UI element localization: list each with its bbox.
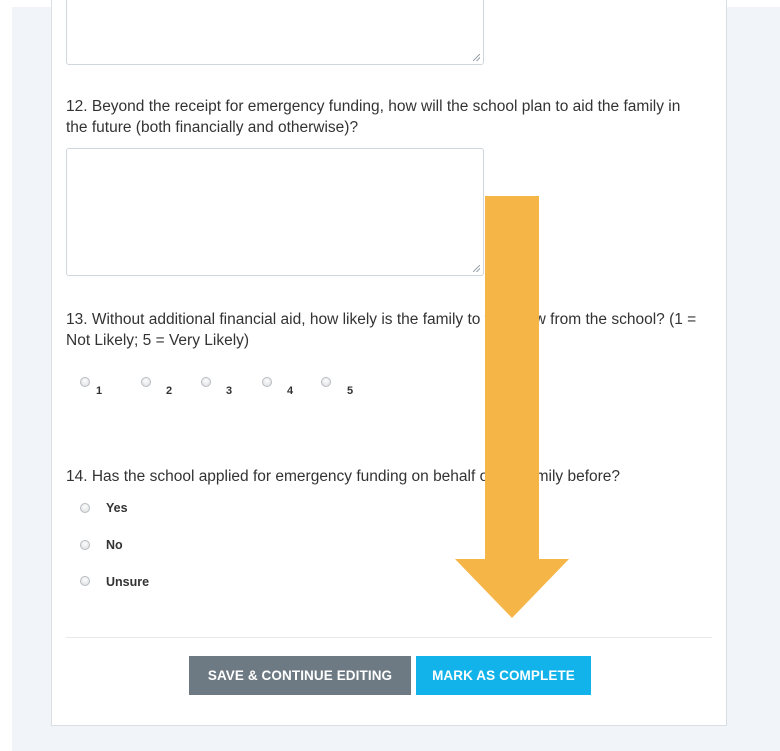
form-divider (66, 637, 712, 638)
arrow-shape (455, 196, 569, 618)
q13-option-label: 3 (226, 385, 233, 397)
resize-grip-icon[interactable] (473, 54, 480, 61)
down-arrow-annotation-icon (455, 196, 569, 618)
q13-radio-4[interactable] (262, 377, 272, 387)
q14-option-label: Unsure (106, 575, 150, 589)
q14-radio-unsure[interactable] (80, 576, 90, 586)
q12-question-text: 12. Beyond the receipt for emergency fun… (66, 98, 681, 136)
q13-radio-2[interactable] (141, 377, 151, 387)
q14-option-label: Yes (106, 501, 128, 515)
q13-radio-5[interactable] (321, 377, 331, 387)
q11-answer-textarea[interactable] (66, 0, 484, 65)
q14-radio-yes[interactable] (80, 503, 90, 513)
q12-answer-textarea[interactable] (66, 148, 484, 276)
mark-complete-button[interactable]: MARK AS COMPLETE (416, 656, 591, 695)
save-continue-button[interactable]: SAVE & CONTINUE EDITING (189, 656, 411, 695)
q13-radio-1[interactable] (80, 377, 90, 387)
q13-option-label: 5 (347, 385, 354, 397)
q13-question-text: 13. Without additional financial aid, ho… (66, 311, 697, 349)
q14-option-label: No (106, 538, 123, 552)
q13-option-label: 4 (287, 385, 294, 397)
q13-option-label: 2 (166, 385, 173, 397)
q14-question-text: 14. Has the school applied for emergency… (66, 468, 621, 485)
q14-radio-no[interactable] (80, 540, 90, 550)
q13-radio-3[interactable] (201, 377, 211, 387)
q13-option-label: 1 (96, 385, 103, 397)
